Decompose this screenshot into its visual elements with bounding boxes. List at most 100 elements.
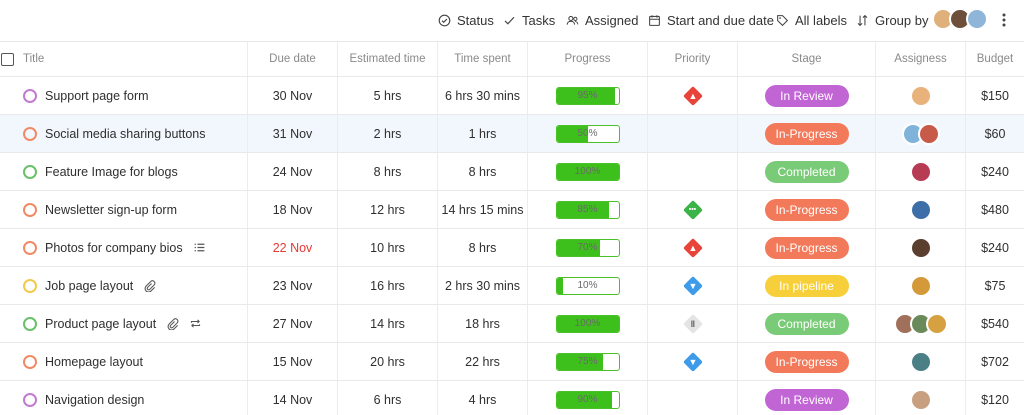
group-by-button[interactable]: Group by: [856, 10, 928, 30]
priority-low-icon: ▼: [682, 275, 703, 296]
column-header-budget[interactable]: Budget: [966, 42, 1024, 76]
more-options-button[interactable]: [996, 8, 1012, 32]
priority-cell[interactable]: [648, 381, 738, 415]
priority-cell[interactable]: [648, 153, 738, 190]
stage-badge[interactable]: Completed: [764, 312, 849, 335]
estimated-time: 8 hrs: [338, 153, 438, 190]
task-title[interactable]: Feature Image for blogs: [45, 165, 178, 179]
column-header-title[interactable]: Title: [0, 42, 248, 76]
task-title-cell[interactable]: Navigation design: [0, 381, 248, 415]
task-title-cell[interactable]: Homepage layout: [0, 343, 248, 380]
assigned-filter-button[interactable]: Assigned: [566, 10, 638, 30]
task-title[interactable]: Job page layout: [45, 279, 133, 293]
status-indicator[interactable]: [23, 126, 37, 141]
task-title-cell[interactable]: Newsletter sign-up form: [0, 191, 248, 228]
labels-filter-button[interactable]: All labels: [776, 10, 847, 30]
team-avatars[interactable]: [932, 8, 988, 30]
time-spent: 18 hrs: [438, 305, 528, 342]
column-header-progress[interactable]: Progress: [528, 42, 648, 76]
estimated-time: 10 hrs: [338, 229, 438, 266]
table-row[interactable]: Product page layout 27 Nov 14 hrs 18 hrs 100…: [0, 305, 1024, 343]
status-indicator[interactable]: [23, 164, 37, 179]
table-row[interactable]: Newsletter sign-up form 18 Nov 12 hrs 14 hr…: [0, 191, 1024, 229]
stage-badge[interactable]: In-Progress: [764, 122, 849, 145]
table-row[interactable]: Homepage layout 15 Nov 20 hrs 22 hrs 75% ▼ In-…: [0, 343, 1024, 381]
priority-cell[interactable]: ▼: [648, 343, 738, 380]
table-row[interactable]: Feature Image for blogs 24 Nov 8 hrs 8 hrs 1…: [0, 153, 1024, 191]
task-title-cell[interactable]: Product page layout: [0, 305, 248, 342]
progress-label: 70%: [577, 242, 598, 253]
table-row[interactable]: Photos for company bios 22 Nov 10 hrs 8 hrs…: [0, 229, 1024, 267]
column-header-assignees[interactable]: Assigness: [876, 42, 966, 76]
column-header-stage[interactable]: Stage: [738, 42, 876, 76]
table-row[interactable]: Job page layout 23 Nov 16 hrs 2 hrs 30 mins…: [0, 267, 1024, 305]
check-icon: [504, 16, 515, 25]
status-indicator[interactable]: [23, 240, 37, 255]
task-title-cell[interactable]: Support page form: [0, 77, 248, 114]
assignees-cell[interactable]: [876, 115, 966, 152]
priority-cell[interactable]: ▼: [648, 267, 738, 304]
assignees-cell[interactable]: [876, 191, 966, 228]
stage-badge[interactable]: In Review: [764, 84, 849, 107]
assignees-cell[interactable]: [876, 305, 966, 342]
more-vertical-icon: [1002, 13, 1006, 27]
priority-cell[interactable]: [648, 115, 738, 152]
estimated-time: 14 hrs: [338, 305, 438, 342]
status-indicator[interactable]: [23, 316, 37, 331]
table-row[interactable]: Support page form 30 Nov 5 hrs 6 hrs 30 min…: [0, 77, 1024, 115]
assignees-cell[interactable]: [876, 77, 966, 114]
priority-cell[interactable]: ▲: [648, 229, 738, 266]
status-indicator[interactable]: [23, 202, 37, 217]
stage-badge[interactable]: In Review: [764, 388, 849, 411]
column-header-priority[interactable]: Priority: [648, 42, 738, 76]
task-title-cell[interactable]: Social media sharing buttons: [0, 115, 248, 152]
assignees-cell[interactable]: [876, 381, 966, 415]
task-title[interactable]: Homepage layout: [45, 355, 143, 369]
assignees-cell[interactable]: [876, 343, 966, 380]
priority-high-icon: ▲: [682, 85, 703, 106]
progress-cell: 100%: [528, 153, 648, 190]
status-indicator[interactable]: [23, 278, 37, 293]
priority-medium-icon: •••: [682, 199, 703, 220]
progress-bar: 85%: [555, 200, 620, 219]
priority-cell[interactable]: •••: [648, 191, 738, 228]
group-by-label: Group by: [875, 12, 929, 28]
task-title-cell[interactable]: Photos for company bios: [0, 229, 248, 266]
stage-badge[interactable]: In-Progress: [764, 236, 849, 259]
priority-cell[interactable]: ‖: [648, 305, 738, 342]
task-title-cell[interactable]: Feature Image for blogs: [0, 153, 248, 190]
table-row[interactable]: Navigation design 14 Nov 6 hrs 4 hrs 90% In R…: [0, 381, 1024, 415]
table-row[interactable]: Social media sharing buttons 31 Nov 2 hrs 1…: [0, 115, 1024, 153]
stage-badge[interactable]: Completed: [764, 160, 849, 183]
column-header-due-date[interactable]: Due date: [248, 42, 338, 76]
budget: $240: [981, 164, 1009, 179]
status-filter-button[interactable]: Status: [438, 10, 494, 30]
assignees-cell[interactable]: [876, 153, 966, 190]
column-header-estimated-time[interactable]: Estimated time: [338, 42, 438, 76]
time-spent: 14 hrs 15 mins: [438, 191, 528, 228]
estimated-time: 6 hrs: [338, 381, 438, 415]
assignees-cell[interactable]: [876, 267, 966, 304]
progress-bar: 100%: [555, 162, 620, 181]
date-filter-button[interactable]: Start and due date: [648, 10, 774, 30]
status-indicator[interactable]: [23, 354, 37, 369]
task-title-cell[interactable]: Job page layout: [0, 267, 248, 304]
task-title[interactable]: Navigation design: [45, 393, 144, 407]
tasks-filter-button[interactable]: Tasks: [503, 10, 555, 30]
task-title[interactable]: Support page form: [45, 89, 149, 103]
column-header-time-spent[interactable]: Time spent: [438, 42, 528, 76]
assignees-cell[interactable]: [876, 229, 966, 266]
status-indicator[interactable]: [23, 88, 37, 103]
task-title[interactable]: Product page layout: [45, 317, 156, 331]
task-title[interactable]: Social media sharing buttons: [45, 127, 206, 141]
stage-badge[interactable]: In-Progress: [764, 350, 849, 373]
stage-badge[interactable]: In-Progress: [764, 198, 849, 221]
stage-badge[interactable]: In pipeline: [764, 274, 849, 297]
budget: $240: [981, 240, 1009, 255]
task-title[interactable]: Newsletter sign-up form: [45, 203, 177, 217]
time-spent: 4 hrs: [438, 381, 528, 415]
status-indicator[interactable]: [23, 392, 37, 407]
task-title[interactable]: Photos for company bios: [45, 241, 183, 255]
assignee-group: [909, 350, 932, 373]
priority-cell[interactable]: ▲: [648, 77, 738, 114]
